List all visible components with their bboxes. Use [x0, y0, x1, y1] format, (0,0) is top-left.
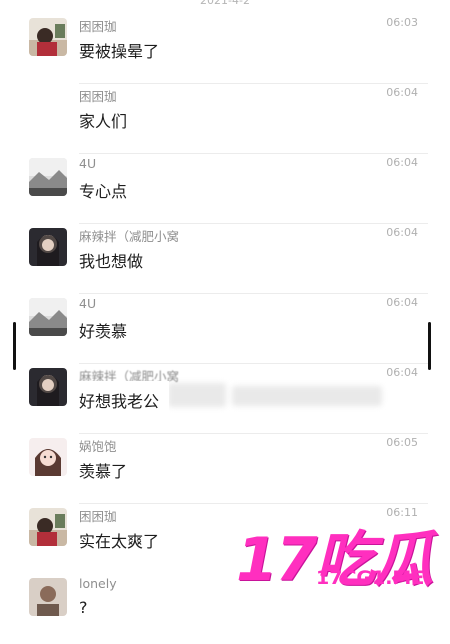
- message-time: 06:04: [386, 296, 418, 309]
- chat-message[interactable]: 4U 06:04 专心点: [0, 154, 450, 224]
- avatar-photo-landscape-icon: [29, 158, 67, 196]
- message-time: 06:04: [386, 156, 418, 169]
- chat-message[interactable]: 麻辣拌（减肥小窝 06:04 我也想做: [0, 224, 450, 294]
- avatar-photo-person-icon: [29, 578, 67, 616]
- chat-message[interactable]: 娲饱饱 06:05 羡慕了: [0, 434, 450, 504]
- watermark-url: 17CG1.ME: [316, 567, 425, 589]
- sender-name: 困困珈: [79, 19, 117, 34]
- sender-name: 困困珈: [79, 509, 117, 524]
- avatar[interactable]: [29, 298, 67, 336]
- chat-message[interactable]: 麻辣拌（减肥小窝 06:04 好想我老公: [0, 364, 450, 434]
- chat-message[interactable]: 困困珈 06:03 要被操晕了: [0, 14, 450, 84]
- avatar[interactable]: [29, 228, 67, 266]
- chat-message[interactable]: 4U 06:04 好羡慕: [0, 294, 450, 364]
- avatar-photo-girl-icon: [29, 508, 67, 546]
- avatar[interactable]: [29, 508, 67, 546]
- message-time: 06:04: [386, 366, 418, 379]
- sender-name: 4U: [79, 156, 97, 171]
- message-time: 06:03: [386, 16, 418, 29]
- message-text[interactable]: 家人们: [79, 108, 127, 132]
- message-time: 06:05: [386, 436, 418, 449]
- avatar[interactable]: [29, 158, 67, 196]
- device-edge-mark: [13, 322, 16, 370]
- sender-name: 困困珈: [79, 89, 117, 104]
- message-text[interactable]: 好想我老公: [79, 388, 159, 412]
- avatar[interactable]: [29, 578, 67, 616]
- sender-name: lonely: [79, 576, 117, 591]
- avatar-photo-girl-icon: [29, 18, 67, 56]
- chat-message[interactable]: 困困珈 06:04 家人们: [0, 84, 450, 154]
- message-text[interactable]: 我也想做: [79, 248, 143, 272]
- sender-name: 麻辣拌（减肥小窝: [79, 229, 180, 244]
- avatar-photo-dark-girl-icon: [29, 228, 67, 266]
- message-time: 06:04: [386, 86, 418, 99]
- message-text[interactable]: 羡慕了: [79, 458, 127, 482]
- avatar[interactable]: [29, 18, 67, 56]
- message-text[interactable]: 专心点: [79, 178, 127, 202]
- sender-name: 4U: [79, 296, 97, 311]
- device-edge-mark: [428, 322, 431, 370]
- message-time: 06:04: [386, 226, 418, 239]
- group-chat-screen: 2021-4-2 困困珈 06:03 要被操晕了 困困珈 06:04 家人们 4…: [0, 0, 450, 617]
- sender-name: 娲饱饱: [79, 439, 117, 454]
- avatar[interactable]: [29, 368, 67, 406]
- avatar[interactable]: [29, 438, 67, 476]
- avatar-photo-landscape-icon: [29, 298, 67, 336]
- message-text[interactable]: 实在太爽了: [79, 528, 159, 552]
- message-text[interactable]: 好羡慕: [79, 318, 127, 342]
- avatar-photo-dark-girl-icon: [29, 368, 67, 406]
- date-separator: 2021-4-2: [200, 0, 250, 7]
- message-text[interactable]: ?: [79, 598, 88, 617]
- site-watermark: 17吃瓜 17CG1.ME: [236, 515, 446, 597]
- message-text[interactable]: 要被操晕了: [79, 38, 159, 62]
- avatar-photo-cartoon-girl-icon: [29, 438, 67, 476]
